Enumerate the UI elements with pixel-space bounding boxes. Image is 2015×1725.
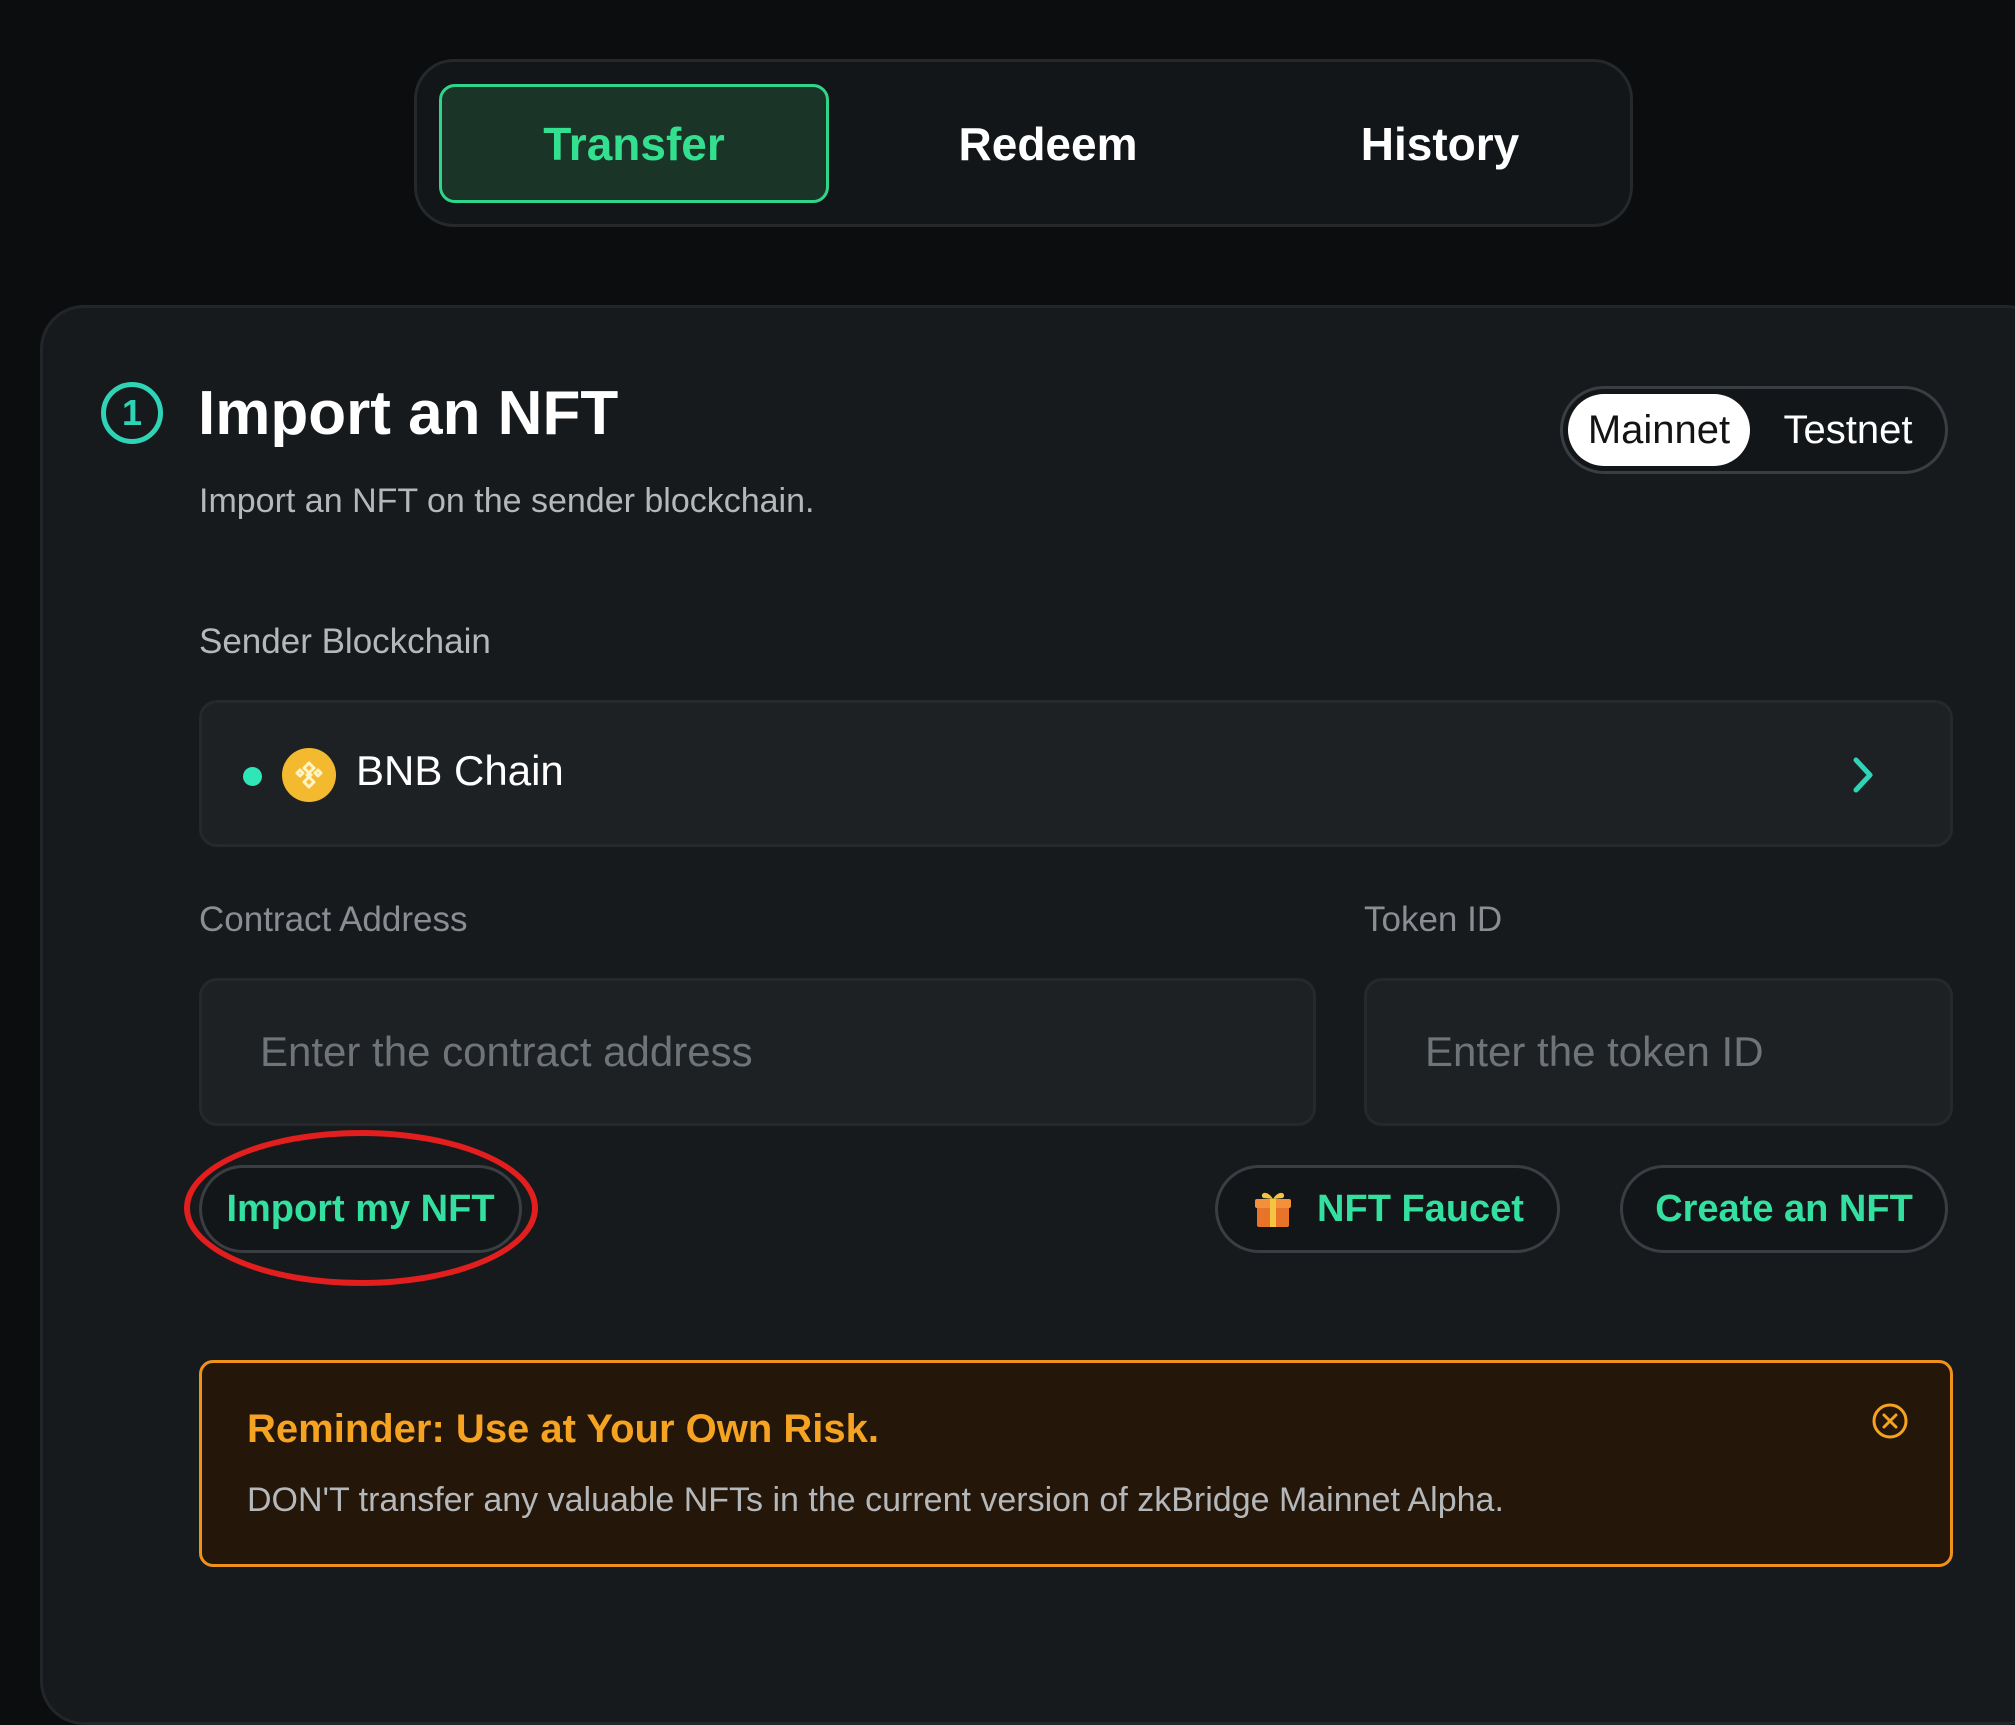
nft-faucet-button[interactable]: NFT Faucet [1215,1165,1560,1253]
create-an-nft-label: Create an NFT [1655,1187,1913,1230]
connection-status-dot [243,767,262,786]
bnb-chain-icon [282,748,336,802]
contract-address-input[interactable] [199,978,1316,1126]
create-an-nft-button[interactable]: Create an NFT [1620,1165,1948,1253]
sender-blockchain-select[interactable]: BNB Chain [199,700,1953,847]
step-number: 1 [121,392,143,433]
risk-reminder-alert: Reminder: Use at Your Own Risk. DON'T tr… [199,1360,1953,1567]
tab-history[interactable]: History [1245,84,1635,203]
chevron-right-icon [1853,757,1873,793]
alert-body: DON'T transfer any valuable NFTs in the … [247,1481,1504,1519]
import-my-nft-label: Import my NFT [226,1187,495,1230]
nft-faucet-label: NFT Faucet [1317,1187,1524,1230]
selected-chain-name: BNB Chain [356,747,564,794]
network-option-mainnet[interactable]: Mainnet [1568,394,1750,466]
tab-transfer[interactable]: Transfer [439,84,829,203]
close-icon[interactable] [1870,1401,1910,1441]
card-title: Import an NFT [198,379,619,448]
tab-redeem[interactable]: Redeem [853,84,1243,203]
network-toggle: Mainnet Testnet [1560,386,1948,474]
card-subtitle: Import an NFT on the sender blockchain. [199,482,815,520]
contract-address-label: Contract Address [199,900,468,939]
token-id-label: Token ID [1364,900,1503,939]
network-option-testnet[interactable]: Testnet [1753,394,1943,466]
step-number-badge: 1 [101,382,163,444]
token-id-input[interactable] [1364,978,1953,1126]
gift-icon [1255,1192,1292,1227]
sender-blockchain-label: Sender Blockchain [199,622,491,661]
import-my-nft-button[interactable]: Import my NFT [199,1165,522,1253]
alert-title: Reminder: Use at Your Own Risk. [247,1407,880,1451]
tab-bar: Transfer Redeem History [414,59,1633,227]
